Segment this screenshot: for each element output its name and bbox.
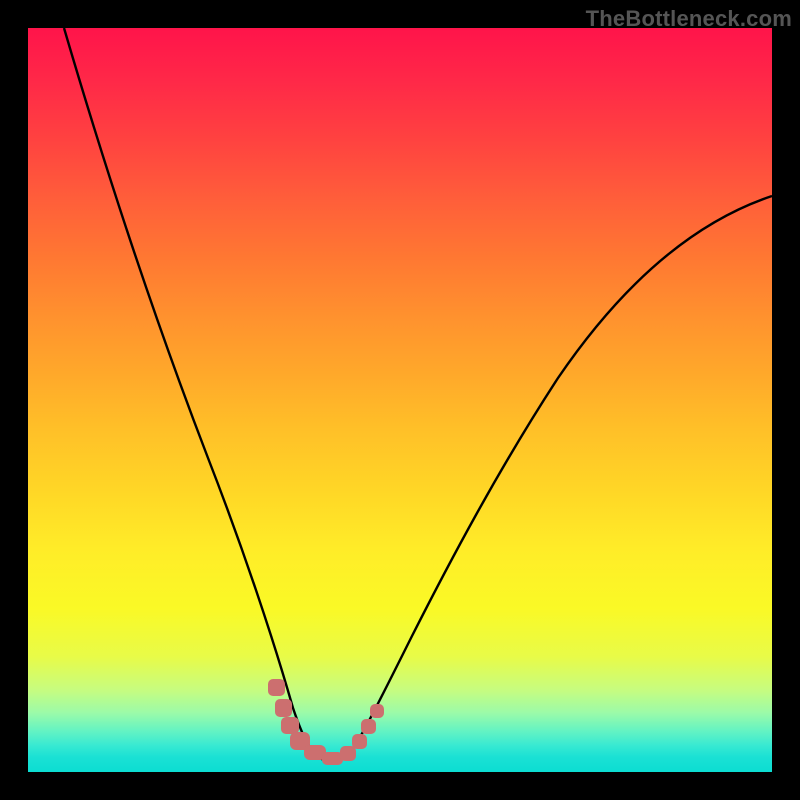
marker-dots xyxy=(268,679,384,765)
curve-path xyxy=(64,28,772,761)
chart-frame: TheBottleneck.com xyxy=(0,0,800,800)
watermark-text: TheBottleneck.com xyxy=(586,6,792,32)
plot-area xyxy=(28,28,772,772)
bottleneck-curve xyxy=(28,28,772,772)
